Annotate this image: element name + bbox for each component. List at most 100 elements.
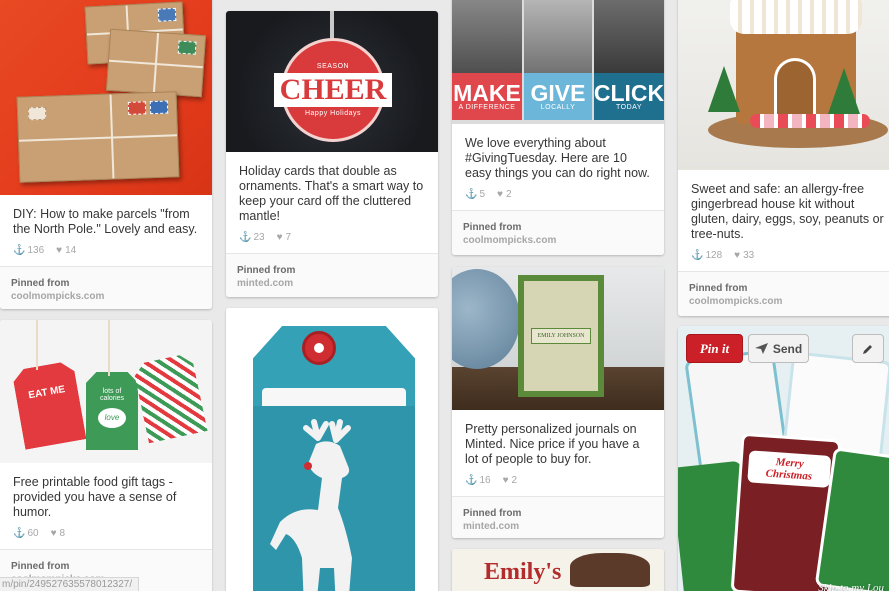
pin-stats: ⚓ 23 ♥ 7: [226, 224, 438, 253]
pin-description: Holiday cards that double as ornaments. …: [239, 164, 424, 223]
pin-stats: ⚓ 136 ♥ 14: [0, 237, 212, 266]
like-count[interactable]: ♥ 7: [277, 232, 292, 243]
pin-source[interactable]: Pinned from minted.com: [452, 496, 664, 538]
pin-stats: ⚓ 5 ♥ 2: [452, 181, 664, 210]
tag-string: [108, 320, 110, 376]
sleigh-art: [570, 553, 650, 587]
like-count[interactable]: ♥ 2: [497, 189, 512, 200]
repin-icon: ⚓: [465, 475, 477, 486]
gift-tag: EAT ME: [12, 360, 87, 450]
send-icon: [754, 343, 768, 354]
emily-title: Emily's: [484, 559, 562, 585]
source-domain[interactable]: coolmompicks.com: [463, 234, 653, 247]
repin-icon: ⚓: [465, 189, 477, 200]
pin-source[interactable]: Pinned from coolmompicks.com: [0, 266, 212, 309]
repin-count[interactable]: ⚓ 5: [465, 189, 485, 200]
source-domain[interactable]: minted.com: [237, 277, 427, 290]
pin-card-emily[interactable]: Emily's: [452, 549, 664, 591]
heart-icon: ♥: [276, 232, 283, 243]
tile-click: CLICK TODAY: [594, 73, 664, 120]
pin-stats: ⚓ 128 ♥ 33: [678, 242, 889, 271]
pinned-from-label: Pinned from: [237, 265, 296, 276]
reindeer-icon: [270, 419, 352, 591]
pin-description: Free printable food gift tags - provided…: [13, 475, 177, 519]
pin-description: Pretty personalized journals on Minted. …: [465, 422, 640, 466]
pin-card-stickers[interactable]: Merry Christmas Skip to my Lou Pin it Se…: [678, 326, 889, 591]
pin-image[interactable]: [0, 0, 212, 195]
house-door: [774, 58, 816, 114]
pin-image[interactable]: Emily's: [452, 549, 664, 591]
repin-count[interactable]: ⚓ 16: [465, 475, 491, 486]
pin-image[interactable]: Merry Christmas Skip to my Lou Pin it Se…: [678, 326, 889, 591]
like-count[interactable]: ♥ 33: [734, 250, 754, 261]
like-count[interactable]: ♥ 2: [503, 475, 518, 486]
pin-card-cheer[interactable]: SEASON CHEER Happy Holidays Holiday card…: [226, 11, 438, 297]
heart-icon: ♥: [502, 475, 509, 486]
watermark: Skip to my Lou: [818, 582, 884, 591]
tag-string: [36, 320, 38, 370]
like-count[interactable]: ♥ 8: [51, 528, 66, 539]
parcel-box: [105, 28, 207, 98]
pin-description: DIY: How to make parcels "from the North…: [13, 207, 198, 236]
repin-icon: ⚓: [13, 528, 25, 539]
repin-icon: ⚓: [13, 245, 25, 256]
tile-give: GIVE LOCALLY: [524, 73, 592, 120]
repin-icon: ⚓: [239, 232, 251, 243]
pinned-from-label: Pinned from: [11, 278, 70, 289]
pin-stats: ⚓ 16 ♥ 2: [452, 467, 664, 496]
pin-card-reindeer[interactable]: [226, 308, 438, 591]
heart-icon: ♥: [56, 245, 63, 256]
pin-image[interactable]: EMILY JOHNSON: [452, 267, 664, 410]
source-domain[interactable]: coolmompicks.com: [11, 290, 201, 303]
pin-card-parcels[interactable]: DIY: How to make parcels "from the North…: [0, 0, 212, 309]
heart-icon: ♥: [734, 250, 741, 261]
send-button[interactable]: Send: [748, 334, 809, 363]
tree-decoration: [828, 68, 860, 114]
pin-image[interactable]: EAT ME lots of calories love: [0, 320, 212, 463]
cheer-ornament: SEASON CHEER Happy Holidays: [273, 38, 393, 142]
source-domain[interactable]: minted.com: [463, 520, 653, 533]
pin-image[interactable]: [678, 0, 889, 170]
pin-it-button[interactable]: Pin it: [686, 334, 743, 363]
repin-count[interactable]: ⚓ 23: [239, 232, 265, 243]
pinned-from-label: Pinned from: [463, 222, 522, 233]
pin-card-journal[interactable]: EMILY JOHNSON Pretty personalized journa…: [452, 267, 664, 538]
pin-stats: ⚓ 60 ♥ 8: [0, 520, 212, 549]
pinned-from-label: Pinned from: [689, 283, 748, 294]
globe: [452, 269, 520, 369]
pinned-from-label: Pinned from: [463, 508, 522, 519]
roof-icing: [730, 0, 862, 34]
photo-strip: [594, 0, 664, 73]
pin-source[interactable]: Pinned from coolmompicks.com: [678, 271, 889, 316]
repin-count[interactable]: ⚓ 128: [691, 250, 722, 261]
pinned-from-label: Pinned from: [11, 561, 70, 572]
like-count[interactable]: ♥ 14: [56, 245, 76, 256]
tile-make: MAKE A DIFFERENCE: [452, 73, 522, 120]
candy-decoration: [750, 114, 870, 128]
pin-description: Sweet and safe: an allergy-free gingerbr…: [691, 182, 884, 241]
pin-image[interactable]: [226, 308, 438, 591]
repin-count[interactable]: ⚓ 136: [13, 245, 44, 256]
pin-card-tags[interactable]: EAT ME lots of calories love Free printa…: [0, 320, 212, 591]
parcel-box: [16, 91, 180, 183]
gift-tag: [132, 353, 207, 444]
pin-source[interactable]: Pinned from coolmompicks.com: [452, 210, 664, 255]
bag-grommet: [302, 331, 336, 365]
repin-count[interactable]: ⚓ 60: [13, 528, 39, 539]
repin-icon: ⚓: [691, 250, 703, 261]
heart-icon: ♥: [50, 528, 57, 539]
status-bar-url: m/pin/249527635578012327/: [0, 577, 140, 591]
photo-strip: [452, 0, 522, 73]
pin-card-gingerbread[interactable]: Sweet and safe: an allergy-free gingerbr…: [678, 0, 889, 316]
journal-book: EMILY JOHNSON: [518, 275, 604, 397]
gift-tag: lots of calories love: [86, 372, 138, 450]
source-domain[interactable]: coolmompicks.com: [689, 295, 887, 308]
pin-source[interactable]: Pinned from minted.com: [226, 253, 438, 297]
pin-image[interactable]: MAKE A DIFFERENCE GIVE LOCALLY CLICK TODAY: [452, 0, 664, 124]
edit-button[interactable]: [852, 334, 884, 363]
pin-image[interactable]: SEASON CHEER Happy Holidays: [226, 11, 438, 152]
photo-strip: [524, 0, 592, 73]
pin-description: We love everything about #GivingTuesday.…: [465, 136, 650, 180]
tree-decoration: [708, 66, 740, 112]
pin-card-giving[interactable]: MAKE A DIFFERENCE GIVE LOCALLY CLICK TODAY …: [452, 0, 664, 255]
